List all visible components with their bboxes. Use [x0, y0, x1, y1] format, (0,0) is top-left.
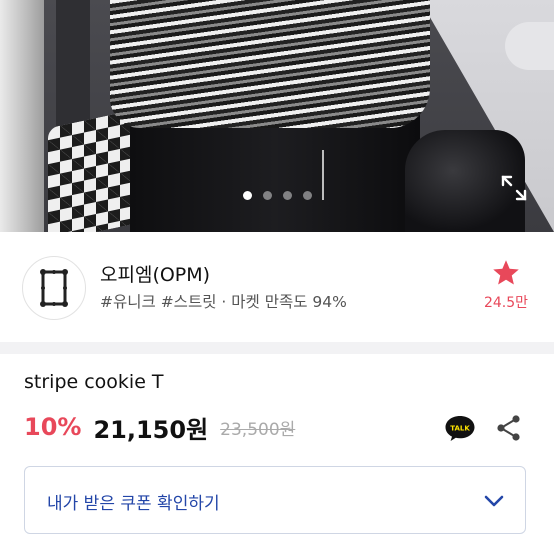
photo-striped-shirt — [110, 0, 430, 128]
photo-pillow — [505, 22, 554, 70]
shop-logo[interactable] — [22, 256, 86, 320]
gallery-dot[interactable] — [282, 191, 292, 200]
expand-icon[interactable] — [500, 174, 528, 202]
share-icon[interactable] — [496, 414, 522, 442]
chevron-down-icon — [484, 495, 504, 507]
shop-name[interactable]: 오피엠(OPM) — [100, 260, 210, 287]
coupon-check-button[interactable]: 내가 받은 쿠폰 확인하기 — [24, 466, 526, 534]
favorite-button[interactable]: 24.5만 — [474, 258, 538, 312]
original-price: 23,500원 — [220, 419, 296, 440]
section-divider — [0, 342, 554, 354]
kakao-talk-icon[interactable]: TALK — [444, 414, 476, 442]
gallery-pagination — [0, 191, 554, 205]
shop-info[interactable]: 오피엠(OPM) #유니크 #스트릿 · 마켓 만족도 94% 24.5만 — [0, 232, 554, 342]
price-row: 10% 21,150원 23,500원 — [24, 410, 295, 444]
coupon-label: 내가 받은 쿠폰 확인하기 — [47, 494, 220, 514]
gallery-dot[interactable] — [262, 191, 272, 200]
product-title: stripe cookie T — [24, 371, 164, 393]
product-image[interactable] — [0, 0, 554, 232]
shop-tags: #유니크 #스트릿 · 마켓 만족도 94% — [100, 293, 347, 311]
star-icon — [493, 260, 519, 285]
gallery-dot[interactable] — [302, 191, 312, 200]
favorite-count: 24.5만 — [483, 295, 529, 311]
talk-icon-text: TALK — [450, 425, 470, 433]
sale-price: 21,150원 — [93, 415, 209, 444]
gallery-dot[interactable] — [242, 191, 252, 200]
discount-rate: 10% — [24, 413, 82, 441]
